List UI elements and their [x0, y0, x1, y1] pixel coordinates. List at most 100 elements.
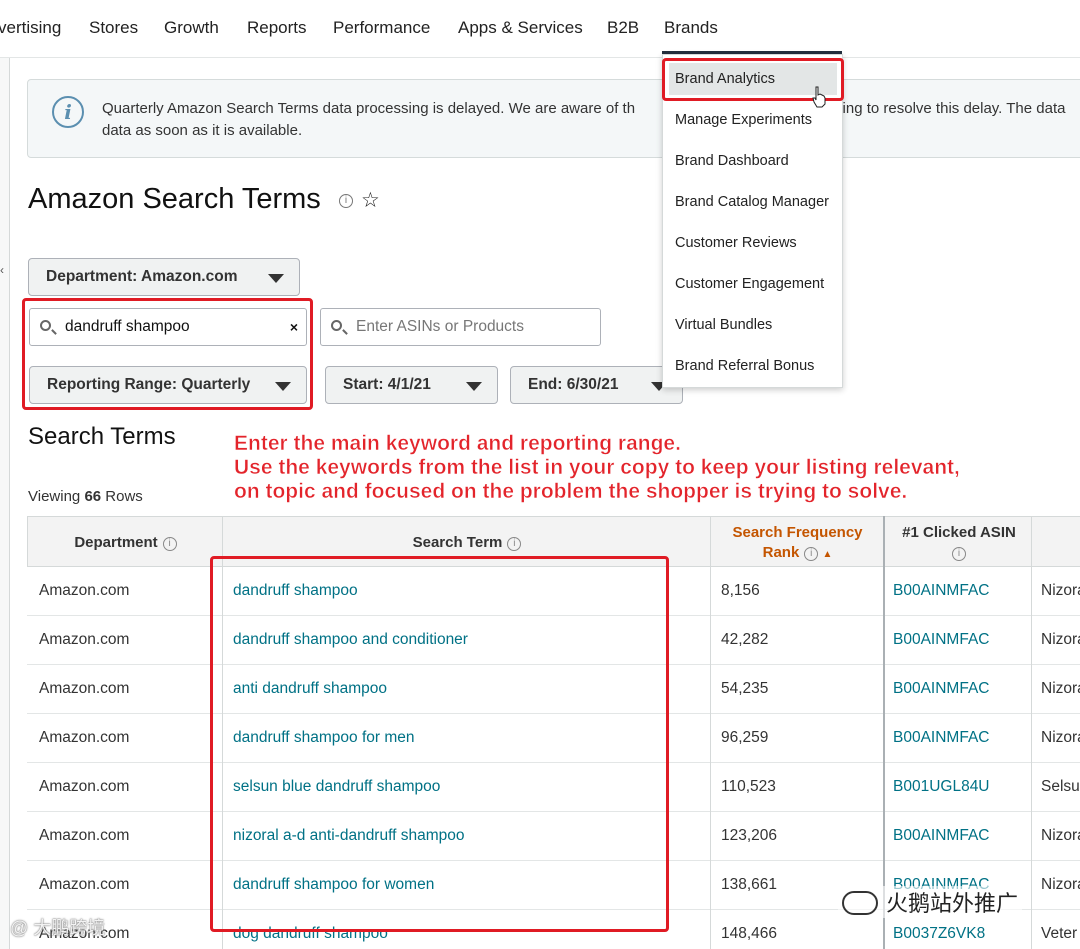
cell-department: Amazon.com — [39, 729, 130, 746]
cell-rank: 110,523 — [721, 778, 776, 795]
cell-asin[interactable]: B00AINMFAC — [893, 582, 989, 600]
nav-item-brands[interactable]: Brands — [664, 18, 718, 38]
cell-department: Amazon.com — [39, 876, 130, 893]
watermark-left: @ 大鹏跨境 — [10, 918, 106, 938]
asin-search-placeholder: Enter ASINs or Products — [356, 318, 524, 335]
cell-product: Nizora — [1041, 631, 1080, 648]
column-divider — [710, 516, 711, 949]
info-icon[interactable]: i — [507, 537, 522, 551]
menu-item-manage-experiments[interactable]: Manage Experiments — [675, 112, 812, 128]
annotation-line3: on topic and focused on the problem the … — [234, 480, 908, 504]
menu-item-brand-dashboard[interactable]: Brand Dashboard — [675, 153, 789, 169]
nav-item-performance[interactable]: Performance — [333, 18, 430, 38]
cell-rank: 138,661 — [721, 876, 778, 893]
page-title: Amazon Search Terms — [28, 183, 321, 215]
menu-item-virtual-bundles[interactable]: Virtual Bundles — [675, 317, 772, 333]
viewing-prefix: Viewing — [28, 488, 81, 505]
nav-item-b2b[interactable]: B2B — [607, 18, 639, 38]
cell-department: Amazon.com — [39, 827, 130, 844]
column-header-clicked-asin[interactable]: #1 Clicked ASIN i — [886, 517, 1032, 568]
cell-asin[interactable]: B001UGL84U — [893, 778, 990, 796]
column-header-search-term-label: Search Term — [412, 534, 503, 551]
hand-cursor-icon — [812, 86, 826, 108]
cell-asin[interactable]: B0037Z6VK8 — [893, 925, 985, 943]
info-icon[interactable]: i — [952, 547, 966, 561]
cell-rank: 123,206 — [721, 827, 778, 844]
cell-department: Amazon.com — [39, 582, 130, 599]
cell-asin[interactable]: B00AINMFAC — [893, 729, 989, 747]
annotation-text: Enter the main keyword and reporting ran… — [234, 432, 960, 504]
cell-rank: 8,156 — [721, 582, 760, 599]
start-date-label: Start: 4/1/21 — [343, 376, 431, 393]
cell-product: Nizora — [1041, 876, 1080, 893]
left-sidebar-collapsed[interactable]: ‹ — [0, 58, 10, 949]
cell-asin[interactable]: B00AINMFAC — [893, 680, 989, 698]
watermark-right-text: 火鹅站外推广 — [886, 891, 1019, 916]
annotation-line1: Enter the main keyword and reporting ran… — [234, 432, 681, 456]
cell-department: Amazon.com — [39, 631, 130, 648]
department-dropdown-label: Department: Amazon.com — [46, 268, 238, 285]
cell-product: Nizora — [1041, 827, 1080, 844]
row-count: 66 — [84, 488, 102, 505]
cell-department: Amazon.com — [39, 778, 130, 795]
banner-message-line2: data as soon as it is available. — [102, 122, 303, 139]
nav-item-apps-services[interactable]: Apps & Services — [458, 18, 583, 38]
menu-item-customer-reviews[interactable]: Customer Reviews — [675, 235, 797, 251]
row-count-text: Viewing 66 Rows — [28, 488, 143, 505]
info-icon: i — [52, 96, 84, 128]
sort-ascending-icon[interactable]: ▲ — [822, 549, 832, 560]
search-icon — [331, 320, 342, 331]
column-header-sfr-line2: Rank — [762, 544, 800, 561]
chevron-left-icon[interactable]: ‹ — [0, 263, 4, 277]
menu-item-customer-engagement[interactable]: Customer Engagement — [675, 276, 824, 292]
cell-rank: 42,282 — [721, 631, 769, 648]
asin-search-input[interactable]: Enter ASINs or Products — [320, 308, 601, 346]
nav-item-reports[interactable]: Reports — [247, 18, 307, 38]
nav-item-growth[interactable]: Growth — [164, 18, 219, 38]
start-date-dropdown[interactable]: Start: 4/1/21 — [325, 366, 498, 404]
column-header-sfr-line1: Search Frequency — [732, 524, 863, 541]
cell-product: Selsu — [1041, 778, 1080, 795]
wechat-logo-icon — [842, 891, 878, 915]
cell-asin[interactable]: B00AINMFAC — [893, 827, 989, 845]
column-header-department-label: Department — [74, 534, 158, 551]
cell-product: Nizora — [1041, 680, 1080, 697]
banner-message-line1: Quarterly Amazon Search Terms data proce… — [102, 100, 636, 117]
menu-item-brand-referral-bonus[interactable]: Brand Referral Bonus — [675, 358, 814, 374]
end-date-dropdown[interactable]: End: 6/30/21 — [510, 366, 683, 404]
caret-down-icon — [466, 382, 482, 391]
section-title: Search Terms — [28, 423, 176, 450]
highlight-box-search-terms — [210, 556, 669, 932]
column-header-search-frequency-rank[interactable]: Search Frequency Rank i ▲ — [711, 517, 884, 568]
info-icon[interactable]: i — [804, 547, 819, 561]
menu-item-brand-catalog-manager[interactable]: Brand Catalog Manager — [675, 194, 829, 210]
highlight-box-filters — [22, 298, 313, 410]
end-date-label: End: 6/30/21 — [528, 376, 619, 393]
column-header-clicked-asin-label: #1 Clicked ASIN — [902, 524, 1016, 541]
info-banner: i Quarterly Amazon Search Terms data pro… — [27, 79, 1080, 158]
banner-message-line1-right: king to resolve this delay. The data — [835, 100, 1066, 117]
cell-product: Veter — [1041, 925, 1078, 942]
info-icon[interactable]: i — [162, 537, 177, 551]
column-header-department[interactable]: Department i — [28, 517, 223, 568]
caret-down-icon — [268, 274, 284, 283]
cell-department: Amazon.com — [39, 680, 130, 697]
column-divider — [883, 516, 885, 949]
info-icon[interactable]: i — [339, 194, 353, 208]
cell-product: Nizora — [1041, 582, 1080, 599]
cell-product: Nizora — [1041, 729, 1080, 746]
nav-item-advertising[interactable]: vertising — [0, 18, 61, 38]
cell-rank: 54,235 — [721, 680, 769, 697]
nav-item-stores[interactable]: Stores — [89, 18, 138, 38]
column-divider — [1031, 516, 1032, 949]
cell-asin[interactable]: B00AINMFAC — [893, 631, 989, 649]
star-icon[interactable]: ☆ — [361, 188, 380, 213]
viewing-suffix: Rows — [105, 488, 143, 505]
department-dropdown[interactable]: Department: Amazon.com — [28, 258, 300, 296]
top-nav: vertising Stores Growth Reports Performa… — [0, 0, 1080, 58]
watermark-right: 火鹅站外推广 — [838, 886, 1023, 918]
banner-message: Quarterly Amazon Search Terms data proce… — [102, 98, 1080, 142]
cell-rank: 148,466 — [721, 925, 778, 942]
annotation-line2: Use the keywords from the list in your c… — [234, 456, 960, 480]
cell-rank: 96,259 — [721, 729, 769, 746]
